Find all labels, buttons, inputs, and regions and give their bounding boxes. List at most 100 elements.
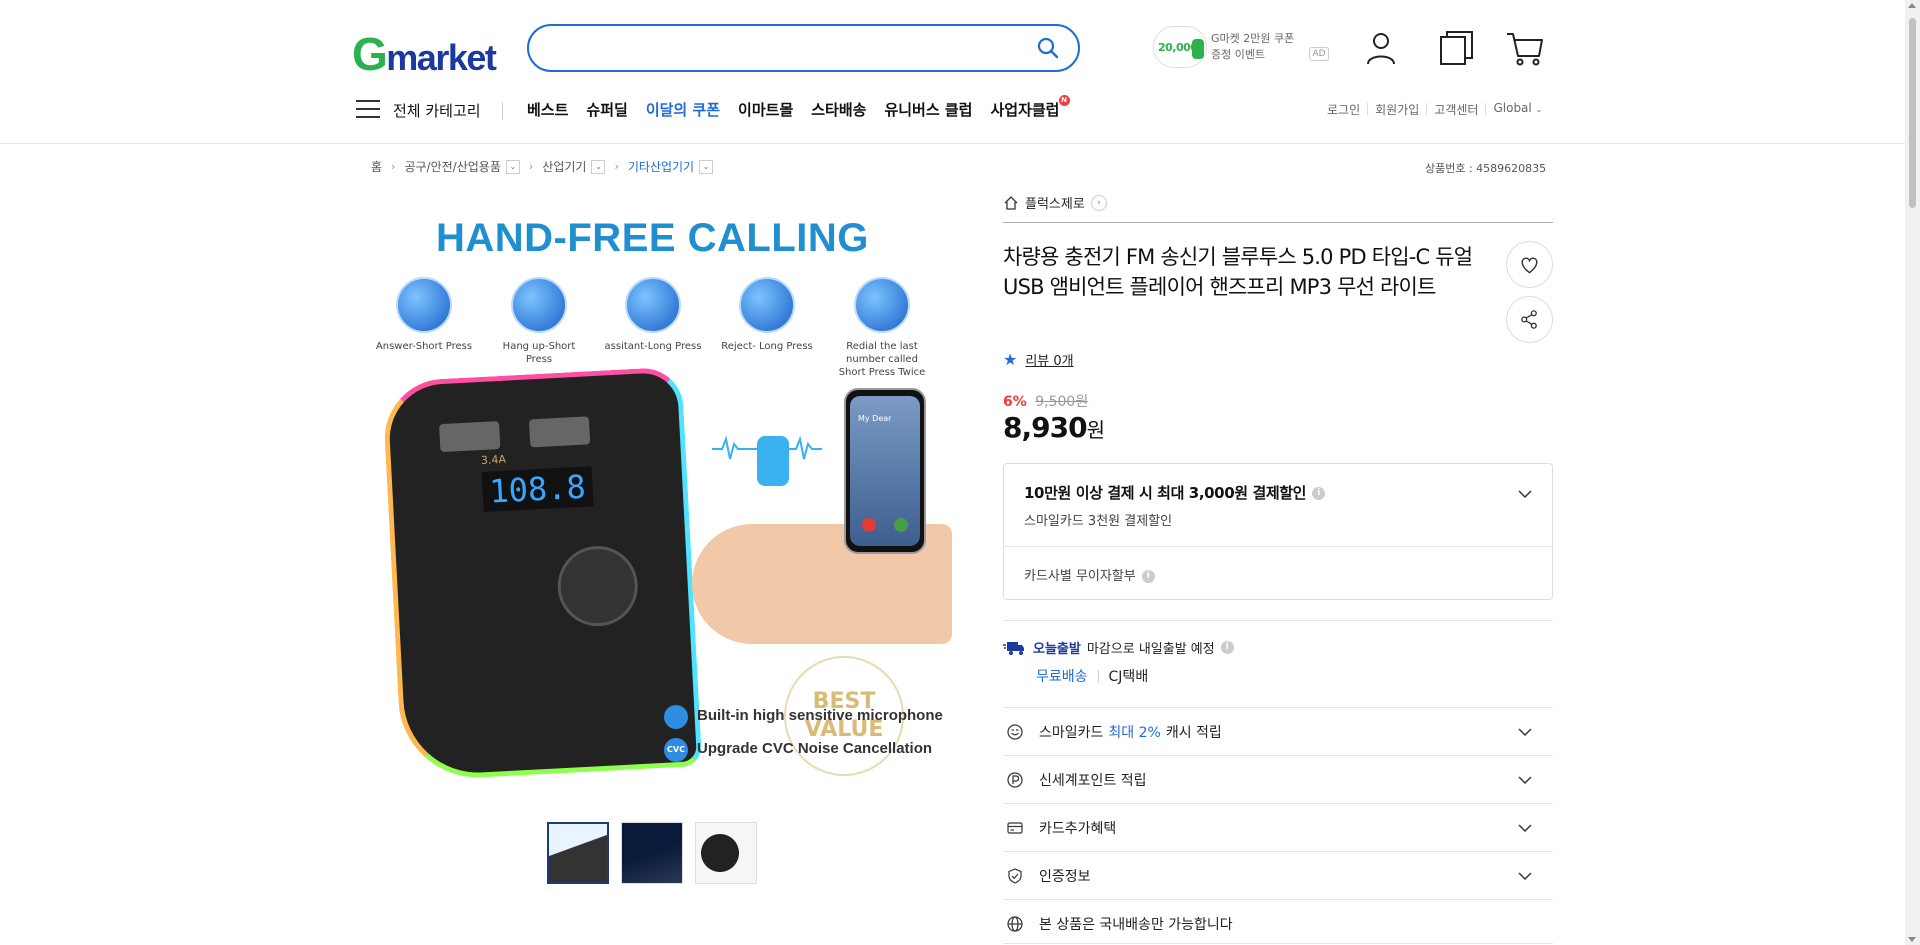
chevron-down-icon[interactable]: ⌄ bbox=[591, 159, 606, 174]
breadcrumb-item-current[interactable]: 기타산업기기 ⌄ bbox=[627, 158, 714, 175]
smilecard-cash-row[interactable]: 스마일카드 최대 2% 캐시 적립 bbox=[1003, 708, 1553, 755]
microphone-icon bbox=[664, 705, 688, 729]
user-icon[interactable] bbox=[1361, 28, 1401, 68]
chevron-right-icon: › bbox=[391, 160, 396, 173]
wishlist-heart-button[interactable] bbox=[1506, 241, 1553, 288]
hamburger-menu-icon[interactable] bbox=[356, 100, 380, 120]
star-icon: ★ bbox=[1003, 350, 1018, 369]
product-main-image[interactable]: HAND-FREE CALLING Answer-Short Press Han… bbox=[352, 204, 952, 786]
domestic-shipping-row: 본 상품은 국내배송만 가능합니다 bbox=[1003, 900, 1553, 945]
row-label-suffix: 캐시 적립 bbox=[1165, 724, 1222, 741]
phone-caller-name: My Dear bbox=[858, 414, 892, 423]
coupon-pill-icon bbox=[1192, 39, 1204, 59]
feature-text: Upgrade CVC Noise Cancellation bbox=[697, 740, 933, 757]
breadcrumb-label: 기타산업기기 bbox=[627, 160, 695, 174]
ad-badge: AD bbox=[1309, 47, 1329, 61]
info-icon[interactable]: i bbox=[1312, 487, 1326, 500]
chevron-down-icon: ⌄ bbox=[1535, 105, 1543, 114]
customer-center-link[interactable]: 고객센터 bbox=[1427, 101, 1485, 118]
util-links: 로그인 회원가입 고객센터 Global ⌄ bbox=[1320, 101, 1549, 118]
search-icon[interactable] bbox=[1036, 36, 1060, 60]
row-label: 스마일카드 bbox=[1039, 724, 1104, 741]
search-input[interactable] bbox=[549, 34, 1019, 62]
globe-icon bbox=[1007, 915, 1023, 932]
cart-icon[interactable] bbox=[1505, 28, 1545, 68]
signup-link[interactable]: 회원가입 bbox=[1368, 101, 1426, 118]
row-label: 카드추가혜택 bbox=[1039, 820, 1117, 837]
shinsegae-point-row[interactable]: 신세계포인트 적립 bbox=[1003, 756, 1553, 803]
divider bbox=[1097, 669, 1099, 683]
page-scrollbar[interactable] bbox=[1905, 0, 1920, 945]
global-dropdown[interactable]: Global ⌄ bbox=[1486, 101, 1549, 118]
breadcrumb-label: 공구/안전/산업용품 bbox=[404, 160, 501, 174]
product-number: 상품번호 : 4589620835 bbox=[1425, 162, 1547, 175]
shop-name: 플럭스제로 bbox=[1025, 197, 1085, 212]
product-title: 차량용 충전기 FM 송신기 블루투스 5.0 PD 타입-C 듀얼 USB 앰… bbox=[1003, 245, 1473, 299]
nav-item-star-delivery[interactable]: 스타배송 bbox=[811, 99, 866, 120]
cvc-icon: CVC bbox=[664, 738, 688, 762]
breadcrumb: 홈 › 공구/안전/산업용품 ⌄ › 산업기기 ⌄ › 기타산업기기 ⌄ bbox=[371, 158, 714, 175]
login-link[interactable]: 로그인 bbox=[1320, 101, 1367, 118]
certification-row[interactable]: 인증정보 bbox=[1003, 852, 1553, 899]
scroll-up-arrow-icon[interactable] bbox=[1908, 3, 1916, 8]
gmarket-logo[interactable]: Gmarket bbox=[352, 27, 497, 81]
image-title: HAND-FREE CALLING bbox=[436, 216, 869, 260]
divider bbox=[1003, 620, 1553, 621]
header: Gmarket 20,000 G마켓 2만원 쿠폰 증정 이벤트 AD 전체 카 bbox=[0, 0, 1905, 144]
review-count: 리뷰 0개 bbox=[1025, 354, 1074, 369]
cvc-badge: CVC bbox=[667, 745, 685, 754]
coupon-graphic: 20,000 bbox=[1153, 26, 1207, 68]
scroll-down-arrow-icon[interactable] bbox=[1908, 937, 1916, 942]
divider bbox=[1003, 943, 1553, 944]
thumbnail[interactable] bbox=[695, 822, 757, 884]
breadcrumb-item[interactable]: 산업기기 ⌄ bbox=[542, 158, 606, 175]
info-icon[interactable]: i bbox=[1220, 641, 1234, 654]
logo-g: G bbox=[352, 28, 388, 80]
point-icon bbox=[1007, 771, 1023, 788]
nav-item-emart[interactable]: 이마트몰 bbox=[738, 99, 793, 120]
benefit-main: 10만원 이상 결제 시 최대 3,000원 결제할인 i bbox=[1024, 482, 1326, 503]
thumbnail[interactable] bbox=[621, 822, 683, 884]
breadcrumb-home[interactable]: 홈 bbox=[371, 158, 382, 175]
recent-view-icon[interactable] bbox=[1437, 28, 1477, 68]
info-icon[interactable]: i bbox=[1141, 570, 1155, 583]
bluetooth-signal-icon bbox=[757, 436, 789, 486]
button-caption: Hang up-Short Press bbox=[502, 341, 576, 365]
row-label: 본 상품은 국내배송만 가능합니다 bbox=[1039, 916, 1233, 933]
payment-benefit-box[interactable]: 10만원 이상 결제 시 최대 3,000원 결제할인 i 스마일카드 3천원 결… bbox=[1003, 463, 1553, 600]
nav-item-monthly-coupon[interactable]: 이달의 쿠폰 bbox=[646, 99, 720, 120]
all-categories-button[interactable]: 전체 카테고리 bbox=[393, 100, 481, 121]
fm-transmitter-device: 3.4A 108.8 bbox=[381, 366, 703, 782]
chevron-down-icon[interactable] bbox=[1517, 486, 1533, 502]
button-caption: assitant-Long Press bbox=[604, 341, 702, 352]
nav-item-superdeal[interactable]: 슈퍼딜 bbox=[586, 99, 627, 120]
review-link[interactable]: ★ 리뷰 0개 bbox=[1003, 350, 1074, 369]
benefit-main-text: 10만원 이상 결제 시 최대 3,000원 결제할인 bbox=[1024, 484, 1307, 502]
button-caption: Answer-Short Press bbox=[375, 341, 473, 352]
discount-rate: 6% bbox=[1003, 394, 1027, 410]
row-highlight: 최대 2% bbox=[1108, 724, 1161, 741]
share-button[interactable] bbox=[1506, 296, 1553, 343]
thumbnail[interactable] bbox=[547, 822, 609, 884]
shipping-carrier: CJ택배 bbox=[1108, 669, 1149, 685]
divider bbox=[1004, 546, 1552, 547]
breadcrumb-item[interactable]: 공구/안전/산업용품 ⌄ bbox=[404, 158, 520, 175]
chevron-down-icon[interactable]: ⌄ bbox=[505, 159, 520, 174]
thumbnail-strip bbox=[547, 822, 757, 884]
shop-link[interactable]: 플럭스제로 › bbox=[1003, 193, 1107, 212]
shipping-desc: 마감으로 내일출발 예정 bbox=[1086, 642, 1215, 657]
logo-text: market bbox=[386, 37, 497, 78]
nav-item-best[interactable]: 베스트 bbox=[527, 99, 568, 120]
smile-icon bbox=[1007, 723, 1023, 740]
card-benefit-row[interactable]: 카드추가혜택 bbox=[1003, 804, 1553, 851]
phone-graphic: My Dear bbox=[844, 388, 926, 554]
coupon-ad-banner[interactable]: 20,000 G마켓 2만원 쿠폰 증정 이벤트 bbox=[1153, 22, 1333, 72]
feature-text: Built-in high sensitive microphone bbox=[697, 707, 943, 724]
coupon-line2: 증정 이벤트 bbox=[1211, 48, 1266, 61]
microphone-button-icon bbox=[625, 277, 681, 333]
chevron-down-icon[interactable]: ⌄ bbox=[699, 159, 714, 174]
nav-item-universe-club[interactable]: 유니버스 클럽 bbox=[884, 99, 972, 120]
scrollbar-thumb[interactable] bbox=[1909, 18, 1916, 208]
redial-button-icon bbox=[854, 277, 910, 333]
nav-item-business-club[interactable]: 사업자클럽 N bbox=[990, 95, 1070, 120]
